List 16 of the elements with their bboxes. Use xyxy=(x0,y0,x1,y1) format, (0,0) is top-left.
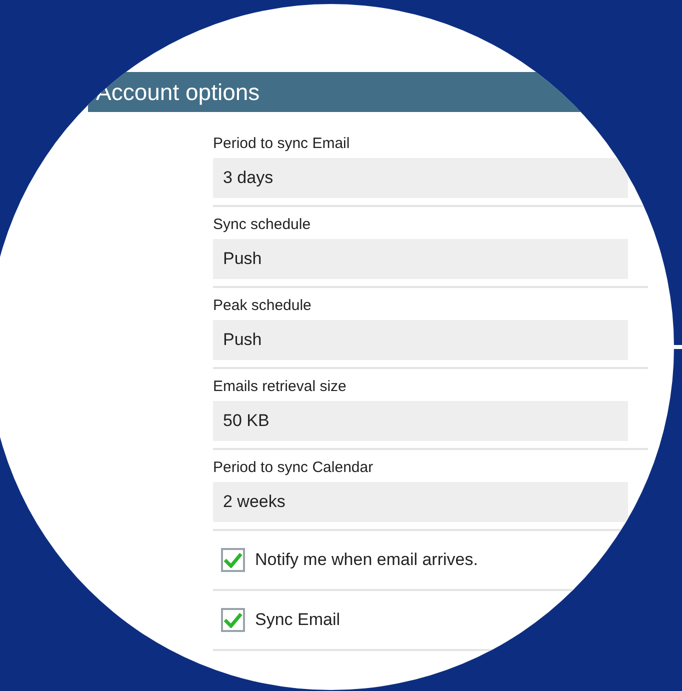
setting-label: Sync schedule xyxy=(213,215,312,235)
checkbox-label: Notify me when email arrives. xyxy=(255,549,478,572)
setting-label: Peak schedule xyxy=(213,296,312,316)
checkbox[interactable] xyxy=(221,548,245,572)
setting-label: Period to sync Calendar xyxy=(213,458,374,478)
select-field[interactable]: 3 days xyxy=(213,158,628,198)
select-field[interactable]: 2 weeks xyxy=(213,482,628,522)
checkbox-label: Sync Email xyxy=(255,609,340,632)
check-icon xyxy=(223,552,243,568)
select-field[interactable]: Push xyxy=(213,239,628,279)
setting-label: Period to sync Email xyxy=(213,134,351,154)
checkbox[interactable] xyxy=(221,608,245,632)
setting-label: Emails retrieval size xyxy=(213,377,348,397)
check-icon xyxy=(223,612,243,628)
select-field[interactable]: 50 KB xyxy=(213,401,628,441)
select-field[interactable]: Push xyxy=(213,320,628,360)
